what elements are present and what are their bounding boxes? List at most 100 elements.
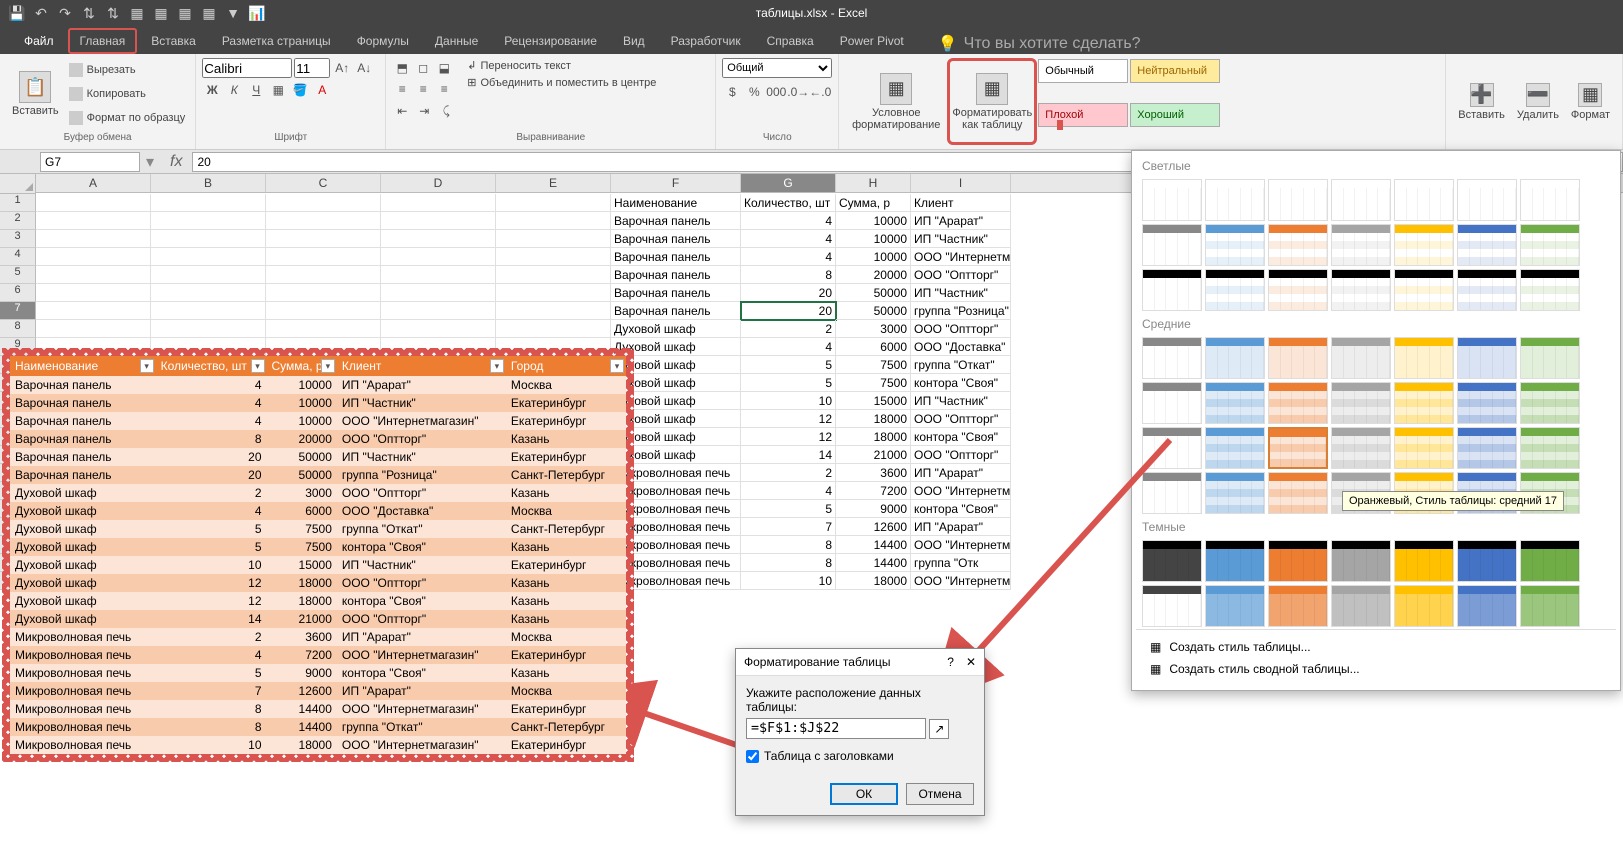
cell-H15[interactable]: 21000	[836, 446, 911, 464]
cell-G4[interactable]: 4	[741, 248, 836, 266]
tab-справка[interactable]: Справка	[755, 28, 826, 54]
cell-E8[interactable]	[496, 320, 611, 338]
cell-D2[interactable]	[381, 212, 496, 230]
conditional-formatting-button[interactable]: ▦ Условное форматирование	[845, 58, 947, 145]
col-header-D[interactable]: D	[381, 174, 496, 192]
cell-H7[interactable]: 50000	[836, 302, 911, 320]
table-style-item[interactable]	[1520, 224, 1580, 266]
cell-F5[interactable]: Варочная панель	[611, 266, 741, 284]
cell-I12[interactable]: ИП "Частник"	[911, 392, 1011, 410]
table-style-item[interactable]	[1268, 382, 1328, 424]
cell-I4[interactable]: ООО "Интернетма	[911, 248, 1011, 266]
table-style-item[interactable]	[1394, 269, 1454, 311]
cell-F3[interactable]: Варочная панель	[611, 230, 741, 248]
tab-формулы[interactable]: Формулы	[345, 28, 421, 54]
row-header-5[interactable]: 5	[0, 266, 36, 284]
table-style-item[interactable]	[1394, 179, 1454, 221]
cell-H17[interactable]: 7200	[836, 482, 911, 500]
row-header-4[interactable]: 4	[0, 248, 36, 266]
table-style-item[interactable]	[1142, 472, 1202, 514]
cell-H21[interactable]: 14400	[836, 554, 911, 572]
cell-D6[interactable]	[381, 284, 496, 302]
cell-C8[interactable]	[266, 320, 381, 338]
table-style-item[interactable]	[1394, 427, 1454, 469]
cell-I15[interactable]: ООО "Оптторг"	[911, 446, 1011, 464]
tab-главная[interactable]: Главная	[68, 28, 138, 54]
cell-H16[interactable]: 3600	[836, 464, 911, 482]
cell-B8[interactable]	[151, 320, 266, 338]
table-style-item[interactable]	[1268, 224, 1328, 266]
cell-A3[interactable]	[36, 230, 151, 248]
cell-I21[interactable]: группа "Отк	[911, 554, 1011, 572]
table-style-item[interactable]	[1205, 224, 1265, 266]
fill-color-button[interactable]: 🪣	[290, 80, 310, 100]
wrap-text-button[interactable]: ↲Переносить текст	[464, 58, 659, 73]
italic-button[interactable]: К	[224, 80, 244, 100]
new-table-style-button[interactable]: ▦Создать стиль таблицы...	[1142, 636, 1610, 658]
cell-I20[interactable]: ООО "Интернетм	[911, 536, 1011, 554]
cell-F1[interactable]: Наименование	[611, 194, 741, 212]
table-style-item[interactable]	[1520, 427, 1580, 469]
cell-I3[interactable]: ИП "Частник"	[911, 230, 1011, 248]
align-left-icon[interactable]: ≡	[392, 79, 412, 99]
insert-cells-button[interactable]: ➕Вставить	[1452, 58, 1511, 145]
table-style-item[interactable]	[1394, 585, 1454, 627]
tab-power pivot[interactable]: Power Pivot	[828, 28, 916, 54]
tab-данные[interactable]: Данные	[423, 28, 490, 54]
increase-indent-icon[interactable]: ⇥	[414, 101, 434, 121]
cell-G6[interactable]: 20	[741, 284, 836, 302]
cell-H12[interactable]: 15000	[836, 392, 911, 410]
cell-C5[interactable]	[266, 266, 381, 284]
chart-icon[interactable]: 📊	[248, 4, 266, 22]
cell-G22[interactable]: 10	[741, 572, 836, 590]
cell-H18[interactable]: 9000	[836, 500, 911, 518]
cell-I11[interactable]: контора "Своя"	[911, 374, 1011, 392]
orientation-icon[interactable]: ⤹	[436, 101, 456, 121]
col-header-G[interactable]: G	[741, 174, 836, 192]
cell-G7[interactable]: 20	[741, 302, 836, 320]
cell-G5[interactable]: 8	[741, 266, 836, 284]
qat-icon-9[interactable]: ▦	[200, 4, 218, 22]
cell-G12[interactable]: 10	[741, 392, 836, 410]
cell-H9[interactable]: 6000	[836, 338, 911, 356]
table-style-item[interactable]	[1142, 427, 1202, 469]
cell-E3[interactable]	[496, 230, 611, 248]
cell-H1[interactable]: Сумма, р	[836, 194, 911, 212]
cell-D1[interactable]	[381, 194, 496, 212]
cell-style-good[interactable]: Хороший	[1130, 103, 1220, 127]
cell-G13[interactable]: 12	[741, 410, 836, 428]
table-style-item[interactable]	[1457, 269, 1517, 311]
table-style-item[interactable]	[1331, 179, 1391, 221]
result-header[interactable]: Количество, шт▾	[156, 356, 267, 376]
cell-D4[interactable]	[381, 248, 496, 266]
decrease-indent-icon[interactable]: ⇤	[392, 101, 412, 121]
table-style-item[interactable]	[1331, 585, 1391, 627]
table-style-item[interactable]	[1205, 472, 1265, 514]
ok-button[interactable]: ОК	[830, 783, 898, 805]
col-header-A[interactable]: A	[36, 174, 151, 192]
tab-вставка[interactable]: Вставка	[139, 28, 208, 54]
table-style-item[interactable]	[1268, 269, 1328, 311]
table-style-item[interactable]	[1142, 540, 1202, 582]
cell-I16[interactable]: ИП "Арарат"	[911, 464, 1011, 482]
table-style-item[interactable]	[1142, 269, 1202, 311]
cell-G9[interactable]: 4	[741, 338, 836, 356]
col-header-E[interactable]: E	[496, 174, 611, 192]
cell-F6[interactable]: Варочная панель	[611, 284, 741, 302]
cell-A2[interactable]	[36, 212, 151, 230]
table-style-item[interactable]	[1205, 382, 1265, 424]
cell-F7[interactable]: Варочная панель	[611, 302, 741, 320]
col-header-F[interactable]: F	[611, 174, 741, 192]
cell-E5[interactable]	[496, 266, 611, 284]
cell-I2[interactable]: ИП "Арарат"	[911, 212, 1011, 230]
qat-icon-5[interactable]: ⇅	[104, 4, 122, 22]
percent-icon[interactable]: %	[744, 82, 764, 102]
headers-checkbox[interactable]: Таблица с заголовками	[746, 749, 974, 763]
table-style-item[interactable]	[1394, 382, 1454, 424]
table-style-item[interactable]	[1457, 585, 1517, 627]
align-right-icon[interactable]: ≡	[434, 79, 454, 99]
table-style-item[interactable]	[1205, 585, 1265, 627]
table-style-item[interactable]	[1142, 224, 1202, 266]
cell-E2[interactable]	[496, 212, 611, 230]
table-style-item[interactable]	[1457, 224, 1517, 266]
